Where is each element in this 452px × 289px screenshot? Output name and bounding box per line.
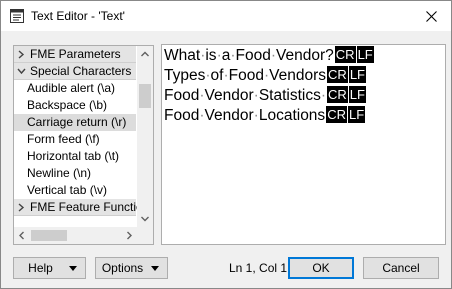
editor-word: Types <box>164 67 206 84</box>
editor-word: of <box>210 67 224 84</box>
cancel-button-label: Cancel <box>382 261 420 275</box>
scroll-right-button[interactable] <box>121 227 137 244</box>
special-characters-tree[interactable]: FME Parameters Special Characters Audibl… <box>13 45 154 245</box>
section-fme-parameters[interactable]: FME Parameters <box>14 46 136 63</box>
options-button[interactable]: Options <box>95 257 168 279</box>
scroll-thumb[interactable] <box>31 230 67 241</box>
carriage-return-marker: CR <box>327 66 348 83</box>
title-bar: Text Editor - 'Text' <box>1 1 451 31</box>
section-label: FME Parameters <box>30 47 121 61</box>
tree-item-label: Form feed (\f) <box>27 132 100 146</box>
text-editor-icon <box>10 9 24 23</box>
chevron-right-icon[interactable] <box>17 203 26 212</box>
scroll-up-button[interactable] <box>137 46 153 62</box>
scroll-down-button[interactable] <box>137 211 153 227</box>
scroll-left-button[interactable] <box>14 227 30 244</box>
cancel-button[interactable]: Cancel <box>363 257 439 279</box>
editor-word: is <box>205 47 217 64</box>
dropdown-arrow-icon <box>151 266 159 271</box>
ok-button[interactable]: OK <box>288 257 354 279</box>
editor-word: Food <box>228 67 264 84</box>
chevron-down-icon[interactable] <box>17 67 26 76</box>
tree-item-label: Horizontal tab (\t) <box>27 149 120 163</box>
line-feed-marker: LF <box>348 86 366 103</box>
editor-word: Statistics <box>258 87 321 104</box>
tree-vertical-scrollbar[interactable] <box>137 46 153 227</box>
section-special-characters[interactable]: Special Characters <box>14 63 136 80</box>
tree-item-form-feed[interactable]: Form feed (\f) <box>14 131 136 148</box>
cursor-position: Ln 1, Col 1 <box>229 261 288 275</box>
section-label: FME Feature Functions <box>30 200 154 214</box>
chevron-down-icon <box>141 216 149 222</box>
tree-item-carriage-return[interactable]: Carriage return (\r) <box>14 114 136 131</box>
carriage-return-marker: CR <box>327 86 348 103</box>
window-title: Text Editor - 'Text' <box>31 9 125 23</box>
options-button-label: Options <box>101 261 144 275</box>
tree-item-label: Audible alert (\a) <box>27 81 116 95</box>
section-label: Special Characters <box>30 64 132 78</box>
close-icon <box>426 11 437 22</box>
tree-item-audible-alert[interactable]: Audible alert (\a) <box>14 80 136 97</box>
editor-word: Vendor <box>204 87 254 104</box>
close-button[interactable] <box>411 1 451 31</box>
text-editor-area[interactable]: What·is·a·Food·Vendor? CR LF Types·of·Food… <box>161 44 446 245</box>
section-fme-feature-functions[interactable]: FME Feature Functions <box>14 199 153 216</box>
chevron-right-icon[interactable] <box>17 50 26 59</box>
tree-item-label: Carriage return (\r) <box>27 115 127 129</box>
carriage-return-marker: CR <box>334 46 356 63</box>
editor-word: Food <box>235 47 271 64</box>
line-feed-marker: LF <box>356 46 374 63</box>
editor-line: Food·Vendor·Statistics· CR LF <box>164 86 366 106</box>
ok-button-label: OK <box>312 261 330 275</box>
editor-word: Vendor <box>204 107 254 124</box>
scroll-thumb[interactable] <box>139 84 151 108</box>
editor-line: What·is·a·Food·Vendor? CR LF <box>164 46 374 66</box>
editor-word: Locations <box>258 107 326 124</box>
editor-word: Vendor? <box>276 47 334 64</box>
chevron-up-icon <box>141 51 149 57</box>
scrollbar-corner <box>137 227 153 244</box>
whitespace-marker: · <box>320 87 327 104</box>
text-editor-dialog: Text Editor - 'Text' FME Parameters Spec… <box>0 0 452 289</box>
line-feed-marker: LF <box>348 66 366 83</box>
editor-word: Food <box>164 107 200 124</box>
tree-item-label: Backspace (\b) <box>27 98 108 112</box>
tree-item-label: Newline (\n) <box>27 166 92 180</box>
chevron-right-icon <box>127 231 132 240</box>
carriage-return-marker: CR <box>326 106 347 123</box>
chevron-left-icon <box>19 231 24 240</box>
help-button[interactable]: Help <box>13 257 86 279</box>
tree-item-newline[interactable]: Newline (\n) <box>14 165 136 182</box>
tree-horizontal-scrollbar[interactable] <box>14 227 137 244</box>
tree-item-backspace[interactable]: Backspace (\b) <box>14 97 136 114</box>
editor-line: Types·of·Food·Vendors CR LF <box>164 66 366 86</box>
tree-item-horizontal-tab[interactable]: Horizontal tab (\t) <box>14 148 136 165</box>
tree-list: FME Parameters Special Characters Audibl… <box>14 46 153 216</box>
dropdown-arrow-icon <box>69 266 77 271</box>
editor-word: What <box>164 47 201 64</box>
tree-item-label: Vertical tab (\v) <box>27 183 108 197</box>
tree-item-vertical-tab[interactable]: Vertical tab (\v) <box>14 182 136 199</box>
help-button-label: Help <box>28 261 53 275</box>
editor-word: Food <box>164 87 200 104</box>
editor-line: Food·Vendor·Locations CR LF <box>164 106 366 126</box>
line-feed-marker: LF <box>347 106 366 123</box>
editor-word: Vendors <box>269 67 327 84</box>
